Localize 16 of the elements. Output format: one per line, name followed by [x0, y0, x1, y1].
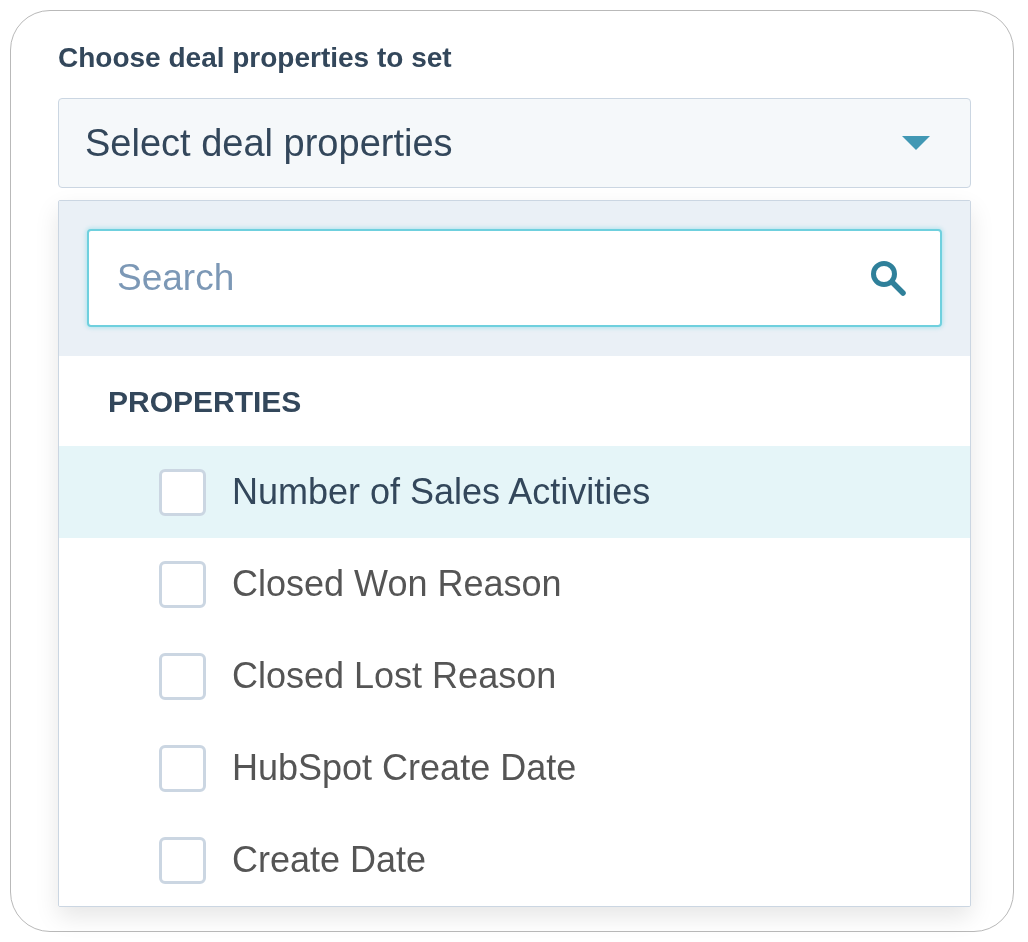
checkbox[interactable]	[159, 652, 206, 700]
checkbox[interactable]	[159, 836, 206, 884]
checkbox[interactable]	[159, 744, 206, 792]
caret-icon	[902, 136, 930, 150]
property-option[interactable]: Number of Sales Activities	[59, 446, 970, 538]
search-icon	[870, 260, 906, 296]
property-option[interactable]: Create Date	[59, 814, 970, 906]
property-option[interactable]: Closed Lost Reason	[59, 630, 970, 722]
checkbox[interactable]	[159, 560, 206, 608]
deal-properties-select[interactable]: Select deal properties	[58, 98, 971, 188]
section-heading: PROPERTIES	[108, 383, 302, 420]
property-option[interactable]: Closed Won Reason	[59, 538, 970, 630]
search-field[interactable]: Search	[87, 229, 942, 327]
checkbox[interactable]	[159, 468, 206, 516]
property-option[interactable]: HubSpot Create Date	[59, 722, 970, 814]
field-label: Choose deal properties to set	[58, 41, 453, 75]
